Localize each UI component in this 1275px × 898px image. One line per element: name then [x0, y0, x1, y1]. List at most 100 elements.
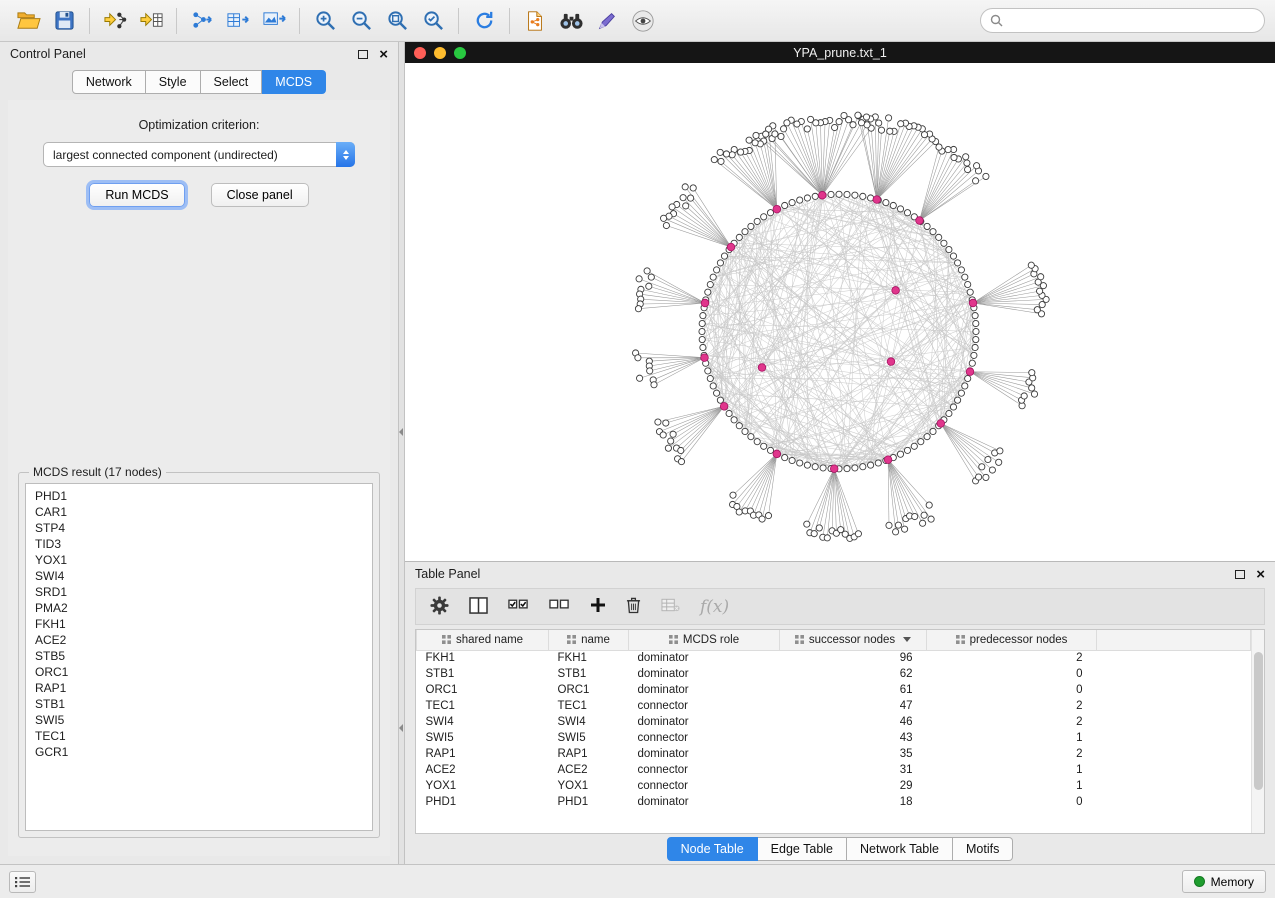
window-close-button[interactable]	[414, 47, 426, 59]
tab-select[interactable]: Select	[201, 70, 263, 94]
import-network-button[interactable]	[97, 4, 133, 38]
collapse-left-icon[interactable]	[399, 428, 403, 436]
mcds-result-item[interactable]: PHD1	[35, 488, 372, 504]
table-scrollbar[interactable]	[1251, 630, 1264, 833]
tab-network[interactable]: Network	[72, 70, 146, 94]
table-cell: 2	[927, 746, 1097, 762]
eye-button[interactable]	[625, 4, 661, 38]
create-column-button[interactable]	[590, 597, 606, 616]
table-cell: 47	[780, 698, 927, 714]
export-image-button[interactable]	[256, 4, 292, 38]
close-panel-button[interactable]: Close panel	[211, 183, 309, 207]
mcds-result-item[interactable]: TID3	[35, 536, 372, 552]
float-table-panel-icon[interactable]	[1235, 570, 1245, 579]
mcds-result-item[interactable]: SRD1	[35, 584, 372, 600]
find-button[interactable]	[553, 4, 589, 38]
memory-status-icon	[1194, 876, 1205, 887]
import-table-icon	[139, 9, 164, 32]
network-graph[interactable]	[405, 63, 1275, 561]
table-row[interactable]: FKH1FKH1dominator962	[417, 650, 1251, 666]
mcds-result-item[interactable]: TEC1	[35, 728, 372, 744]
optimization-criterion-label: Optimization criterion:	[8, 118, 390, 132]
export-document-button[interactable]	[517, 4, 553, 38]
column-header-MCDS-role[interactable]: MCDS role	[629, 630, 780, 650]
save-button[interactable]	[46, 4, 82, 38]
search-icon	[990, 14, 1003, 27]
chevron-down-icon[interactable]	[903, 637, 911, 642]
table-row[interactable]: RAP1RAP1dominator352	[417, 746, 1251, 762]
mcds-result-item[interactable]: ORC1	[35, 664, 372, 680]
tab-node-table[interactable]: Node Table	[667, 837, 758, 861]
criterion-select[interactable]: largest connected component (undirected)	[43, 142, 355, 167]
mcds-result-item[interactable]: SWI5	[35, 712, 372, 728]
control-panel-tabs: NetworkStyleSelectMCDS	[0, 70, 398, 94]
mcds-result-item[interactable]: STP4	[35, 520, 372, 536]
search-input[interactable]	[1008, 14, 1255, 28]
zoom-fit-button[interactable]	[379, 4, 415, 38]
mcds-result-item[interactable]: CAR1	[35, 504, 372, 520]
zoom-selected-button[interactable]	[415, 4, 451, 38]
column-header-shared-name[interactable]: shared name	[417, 630, 549, 650]
toolbar-separator	[89, 8, 90, 34]
column-header-successor-nodes[interactable]: successor nodes	[780, 630, 927, 650]
column-header-predecessor-nodes[interactable]: predecessor nodes	[927, 630, 1097, 650]
mcds-result-item[interactable]: YOX1	[35, 552, 372, 568]
memory-button[interactable]: Memory	[1182, 870, 1266, 893]
open-file-button[interactable]	[10, 4, 46, 38]
table-row[interactable]: ACE2ACE2connector311	[417, 762, 1251, 778]
style-brush-button[interactable]	[589, 4, 625, 38]
table-row[interactable]: SWI5SWI5connector431	[417, 730, 1251, 746]
column-header-name[interactable]: name	[549, 630, 629, 650]
tab-network-table[interactable]: Network Table	[847, 837, 953, 861]
deselect-all-button[interactable]	[549, 597, 570, 616]
panel-menu-button[interactable]	[9, 871, 36, 893]
table-row[interactable]: STB1STB1dominator620	[417, 666, 1251, 682]
table-row[interactable]: TEC1TEC1connector472	[417, 698, 1251, 714]
delete-table-button[interactable]	[661, 598, 680, 615]
tab-style[interactable]: Style	[146, 70, 201, 94]
mcds-result-item[interactable]: RAP1	[35, 680, 372, 696]
window-minimize-button[interactable]	[434, 47, 446, 59]
mcds-result-item[interactable]: ACE2	[35, 632, 372, 648]
table-row[interactable]: YOX1YOX1connector291	[417, 778, 1251, 794]
collapse-left-icon[interactable]	[399, 724, 403, 732]
table-cell: ORC1	[549, 682, 629, 698]
tab-edge-table[interactable]: Edge Table	[758, 837, 847, 861]
column-header-label: successor nodes	[809, 634, 895, 646]
close-table-panel-icon[interactable]: ×	[1256, 567, 1265, 582]
close-panel-icon[interactable]: ×	[379, 47, 388, 62]
table-scrollbar-thumb[interactable]	[1254, 652, 1263, 790]
zoom-out-button[interactable]	[343, 4, 379, 38]
window-maximize-button[interactable]	[454, 47, 466, 59]
function-builder-button[interactable]: f(x)	[700, 597, 729, 617]
table-row[interactable]: SWI4SWI4dominator462	[417, 714, 1251, 730]
import-table-button[interactable]	[133, 4, 169, 38]
zoom-in-button[interactable]	[307, 4, 343, 38]
table-cell: STB1	[549, 666, 629, 682]
mcds-result-item[interactable]: FKH1	[35, 616, 372, 632]
select-all-button[interactable]	[508, 597, 529, 616]
mcds-result-item[interactable]: PMA2	[35, 600, 372, 616]
export-network-button[interactable]	[184, 4, 220, 38]
tab-mcds[interactable]: MCDS	[262, 70, 326, 94]
table-mode-button[interactable]	[430, 596, 449, 618]
mcds-result-item[interactable]: GCR1	[35, 744, 372, 760]
float-panel-icon[interactable]	[358, 50, 368, 59]
mcds-result-item[interactable]: STB5	[35, 648, 372, 664]
table-row[interactable]: PHD1PHD1dominator180	[417, 794, 1251, 810]
vertical-splitter[interactable]	[398, 42, 405, 864]
export-table-button[interactable]	[220, 4, 256, 38]
toolbar-separator	[299, 8, 300, 34]
refresh-button[interactable]	[466, 4, 502, 38]
mcds-result-item[interactable]: SWI4	[35, 568, 372, 584]
mcds-result-list: PHD1CAR1STP4TID3YOX1SWI4SRD1PMA2FKH1ACE2…	[25, 483, 373, 831]
run-mcds-button[interactable]: Run MCDS	[89, 183, 184, 207]
delete-columns-button[interactable]	[626, 596, 641, 617]
table-row[interactable]: ORC1ORC1dominator610	[417, 682, 1251, 698]
mcds-result-item[interactable]: STB1	[35, 696, 372, 712]
criterion-selected-value: largest connected component (undirected)	[53, 148, 278, 162]
network-canvas[interactable]	[405, 63, 1275, 561]
search-box[interactable]	[980, 8, 1265, 33]
tab-motifs[interactable]: Motifs	[953, 837, 1013, 861]
toggle-columns-button[interactable]	[469, 597, 488, 617]
